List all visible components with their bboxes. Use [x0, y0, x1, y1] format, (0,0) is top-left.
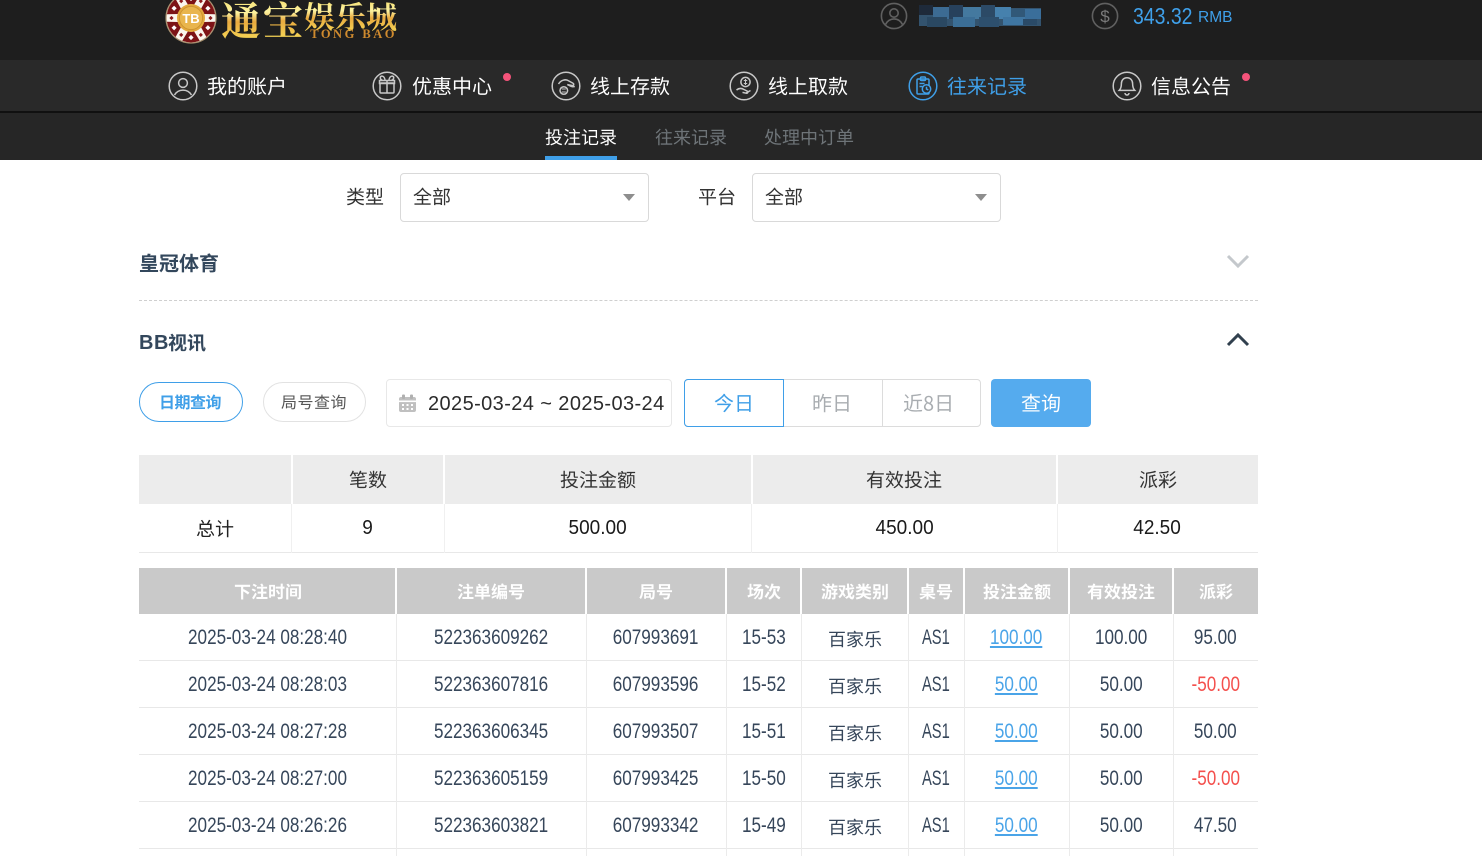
svg-text:$: $	[1100, 7, 1110, 26]
svg-text:TB: TB	[182, 11, 199, 26]
